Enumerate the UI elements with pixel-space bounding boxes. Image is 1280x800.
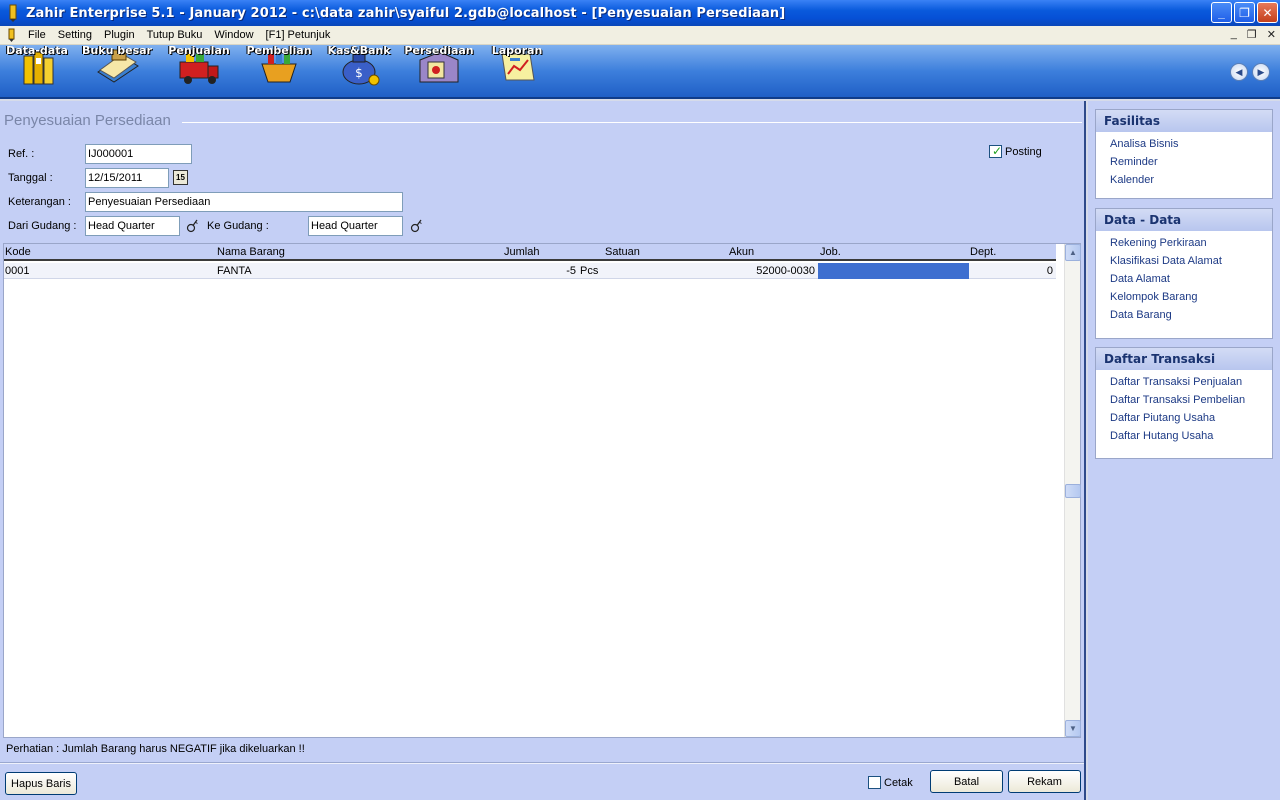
title-divider — [182, 122, 1082, 123]
menu-bar: File Setting Plugin Tutup Buku Window [F… — [0, 26, 1280, 45]
dari-gudang-label: Dari Gudang : — [8, 220, 77, 232]
link-hutang-usaha[interactable]: Daftar Hutang Usaha — [1110, 430, 1272, 448]
nav-back-button[interactable]: ◀ — [1230, 63, 1248, 81]
checkmark-icon: ✓ — [992, 144, 1003, 158]
dari-gudang-lookup-icon[interactable] — [186, 218, 200, 234]
window-restore-button[interactable]: ❐ — [1234, 2, 1255, 23]
link-transaksi-penjualan[interactable]: Daftar Transaksi Penjualan — [1110, 376, 1272, 394]
daftar-transaksi-header[interactable]: Daftar Transaksi — [1096, 348, 1272, 370]
link-klasifikasi-data-alamat[interactable]: Klasifikasi Data Alamat — [1110, 255, 1272, 273]
cell-jumlah[interactable]: -5 — [524, 265, 576, 277]
link-transaksi-pembelian[interactable]: Daftar Transaksi Pembelian — [1110, 394, 1272, 412]
cell-nama[interactable]: FANTA — [217, 265, 252, 277]
grid-header: Kode Nama Barang Jumlah Satuan Akun Job.… — [4, 244, 1056, 261]
menu-file[interactable]: File — [22, 29, 52, 41]
app-pencil-icon — [9, 4, 17, 22]
scroll-thumb[interactable] — [1065, 484, 1081, 498]
col-jumlah[interactable]: Jumlah — [504, 246, 539, 258]
keterangan-input[interactable]: Penyesuaian Persediaan — [85, 192, 403, 212]
menu-plugin[interactable]: Plugin — [98, 29, 141, 41]
cell-job-selected[interactable] — [818, 263, 969, 279]
title-bar: Zahir Enterprise 5.1 - January 2012 - c:… — [0, 0, 1280, 26]
child-minimize-button[interactable]: _ — [1231, 28, 1237, 41]
menu-help[interactable]: [F1] Petunjuk — [260, 29, 337, 41]
ref-label: Ref. : — [8, 148, 35, 160]
col-nama-barang[interactable]: Nama Barang — [217, 246, 285, 258]
right-sidebar: Fasilitas Analisa Bisnis Reminder Kalend… — [1088, 101, 1280, 800]
form-panel: Penyesuaian Persediaan Ref. : IJ000001 T… — [0, 101, 1086, 800]
document-pencil-icon — [8, 28, 15, 42]
col-akun[interactable]: Akun — [729, 246, 754, 258]
toolbar-penjualan[interactable]: Penjualan — [168, 44, 230, 98]
rekam-button[interactable]: Rekam — [1008, 770, 1081, 793]
table-row[interactable]: 0001 FANTA -5 Pcs 52000-0030 0 — [4, 263, 1056, 279]
window-close-button[interactable]: ✕ — [1257, 2, 1278, 23]
daftar-transaksi-group: Daftar Transaksi Daftar Transaksi Penjua… — [1095, 347, 1273, 459]
menu-tutup-buku[interactable]: Tutup Buku — [141, 29, 209, 41]
child-restore-button[interactable]: ❐ — [1247, 28, 1257, 41]
cell-dept[interactable]: 0 — [974, 265, 1053, 277]
scroll-down-button[interactable]: ▼ — [1065, 720, 1081, 737]
tanggal-label: Tanggal : — [8, 172, 53, 184]
fasilitas-group: Fasilitas Analisa Bisnis Reminder Kalend… — [1095, 109, 1273, 199]
link-reminder[interactable]: Reminder — [1110, 156, 1272, 174]
toolbar-persediaan[interactable]: Persediaan — [404, 44, 474, 98]
main-toolbar: Data-data Buku besar Penjualan Pembelian… — [0, 44, 1280, 99]
data-data-group: Data - Data Rekening Perkiraan Klasifika… — [1095, 208, 1273, 339]
col-kode[interactable]: Kode — [5, 246, 31, 258]
col-dept[interactable]: Dept. — [970, 246, 996, 258]
ke-gudang-label: Ke Gudang : — [207, 220, 269, 232]
cell-akun[interactable]: 52000-0030 — [704, 265, 815, 277]
dari-gudang-input[interactable]: Head Quarter — [85, 216, 180, 236]
data-data-header[interactable]: Data - Data — [1096, 209, 1272, 231]
toolbar-data-data[interactable]: Data-data — [6, 44, 68, 98]
bottom-divider — [0, 762, 1084, 764]
tanggal-input[interactable]: 12/15/2011 — [85, 168, 169, 188]
window-minimize-button[interactable]: _ — [1211, 2, 1232, 23]
link-rekening-perkiraan[interactable]: Rekening Perkiraan — [1110, 237, 1272, 255]
ke-gudang-lookup-icon[interactable] — [410, 218, 424, 234]
batal-button[interactable]: Batal — [930, 770, 1003, 793]
cetak-checkbox[interactable] — [868, 776, 881, 789]
link-analisa-bisnis[interactable]: Analisa Bisnis — [1110, 138, 1272, 156]
link-kelompok-barang[interactable]: Kelompok Barang — [1110, 291, 1272, 309]
col-satuan[interactable]: Satuan — [605, 246, 640, 258]
cell-kode[interactable]: 0001 — [5, 265, 29, 277]
link-piutang-usaha[interactable]: Daftar Piutang Usaha — [1110, 412, 1272, 430]
posting-label: Posting — [1005, 146, 1042, 158]
toolbar-pembelian[interactable]: Pembelian — [246, 44, 312, 98]
link-data-barang[interactable]: Data Barang — [1110, 309, 1272, 327]
toolbar-buku-besar[interactable]: Buku besar — [82, 44, 152, 98]
grid-vertical-scrollbar[interactable]: ▲ ▼ — [1064, 244, 1081, 737]
cetak-label: Cetak — [884, 777, 913, 789]
ke-gudang-input[interactable]: Head Quarter — [308, 216, 403, 236]
window-title: Zahir Enterprise 5.1 - January 2012 - c:… — [26, 5, 786, 21]
menu-window[interactable]: Window — [208, 29, 259, 41]
svg-text:$: $ — [355, 66, 363, 80]
hapus-baris-button[interactable]: Hapus Baris — [5, 772, 77, 795]
fasilitas-header[interactable]: Fasilitas — [1096, 110, 1272, 132]
notice-text: Perhatian : Jumlah Barang harus NEGATIF … — [6, 743, 305, 755]
keterangan-label: Keterangan : — [8, 196, 71, 208]
page-title: Penyesuaian Persediaan — [4, 112, 171, 129]
toolbar-laporan[interactable]: Laporan — [492, 44, 542, 98]
link-data-alamat[interactable]: Data Alamat — [1110, 273, 1272, 291]
nav-forward-button[interactable]: ▶ — [1252, 63, 1270, 81]
calendar-button[interactable]: 15 — [173, 170, 188, 185]
posting-checkbox[interactable]: ✓ — [989, 144, 1003, 158]
items-grid: Kode Nama Barang Jumlah Satuan Akun Job.… — [3, 243, 1081, 738]
toolbar-kas-bank[interactable]: $ Kas&Bank — [327, 44, 391, 98]
col-job[interactable]: Job. — [820, 246, 841, 258]
ref-input[interactable]: IJ000001 — [85, 144, 192, 164]
menu-setting[interactable]: Setting — [52, 29, 98, 41]
child-close-button[interactable]: ✕ — [1267, 28, 1276, 41]
link-kalender[interactable]: Kalender — [1110, 174, 1272, 192]
cell-satuan[interactable]: Pcs — [580, 265, 598, 277]
scroll-up-button[interactable]: ▲ — [1065, 244, 1081, 261]
